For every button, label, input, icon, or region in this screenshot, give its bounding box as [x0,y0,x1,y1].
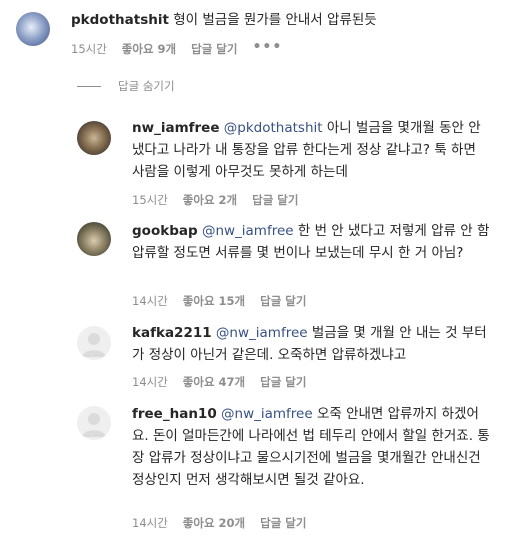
comment-text: pkdothatshit 형이 벌금을 뭔가를 안내서 압류된듯 [71,9,491,31]
timestamp: 15시간 [132,193,168,207]
username-link[interactable]: nw_iamfree [132,120,219,136]
divider-line [77,85,101,87]
comment-text: gookbap @nw_iamfree 한 번 안 냈다고 저렇게 압류 안 함… [132,220,492,264]
likes-count[interactable]: 좋아요 9개 [122,41,176,57]
likes-count[interactable]: 좋아요 20개 [183,515,245,531]
comment-meta: 14시간 좋아요 47개 답글 달기 [132,374,321,390]
mention-link[interactable]: @nw_iamfree [202,223,294,239]
default-avatar-icon [82,413,106,437]
comment-body: 형이 벌금을 뭔가를 안내서 압류된듯 [173,12,377,28]
mention-link[interactable]: @pkdothatshit [224,120,323,136]
avatar[interactable] [16,12,50,46]
likes-count[interactable]: 좋아요 15개 [183,293,245,309]
default-avatar-icon [82,333,106,357]
comment-text: kafka2211 @nw_iamfree 벌금을 몇 개월 안 내는 것 부터… [132,322,492,366]
avatar[interactable] [77,121,111,155]
reply-button[interactable]: 답글 달기 [260,293,306,309]
reply-button[interactable]: 답글 달기 [191,41,237,57]
comment-meta: 15시간 좋아요 9개 답글 달기 ••• [71,39,297,57]
comment-meta: 14시간 좋아요 15개 답글 달기 [132,293,321,309]
avatar[interactable] [77,406,111,440]
username-link[interactable]: free_han10 [132,406,217,422]
timestamp: 14시간 [132,516,168,530]
likes-count[interactable]: 좋아요 2개 [183,192,237,208]
comment-text: free_han10 @nw_iamfree 오죽 안내면 압류까지 하겠어요.… [132,403,492,491]
reply-button[interactable]: 답글 달기 [260,515,306,531]
hide-replies-label: 답글 숨기기 [118,79,175,93]
likes-count[interactable]: 좋아요 47개 [183,374,245,390]
mention-link[interactable]: @nw_iamfree [221,406,313,422]
username-link[interactable]: kafka2211 [132,325,212,341]
timestamp: 15시간 [71,42,107,56]
mention-link[interactable]: @nw_iamfree [216,325,308,341]
username-link[interactable]: pkdothatshit [71,12,169,28]
comment-meta: 14시간 좋아요 20개 답글 달기 [132,515,321,531]
avatar[interactable] [77,222,111,256]
comment-text: nw_iamfree @pkdothatshit 아니 벌금을 몇개월 동안 안… [132,117,492,183]
timestamp: 14시간 [132,294,168,308]
reply-button[interactable]: 답글 달기 [252,192,298,208]
reply-button[interactable]: 답글 달기 [260,374,306,390]
username-link[interactable]: gookbap [132,223,198,239]
more-options-icon[interactable]: ••• [252,39,282,55]
comment-meta: 15시간 좋아요 2개 답글 달기 [132,192,313,208]
avatar[interactable] [77,326,111,360]
timestamp: 14시간 [132,375,168,389]
hide-replies-button[interactable]: 답글 숨기기 [77,78,175,94]
